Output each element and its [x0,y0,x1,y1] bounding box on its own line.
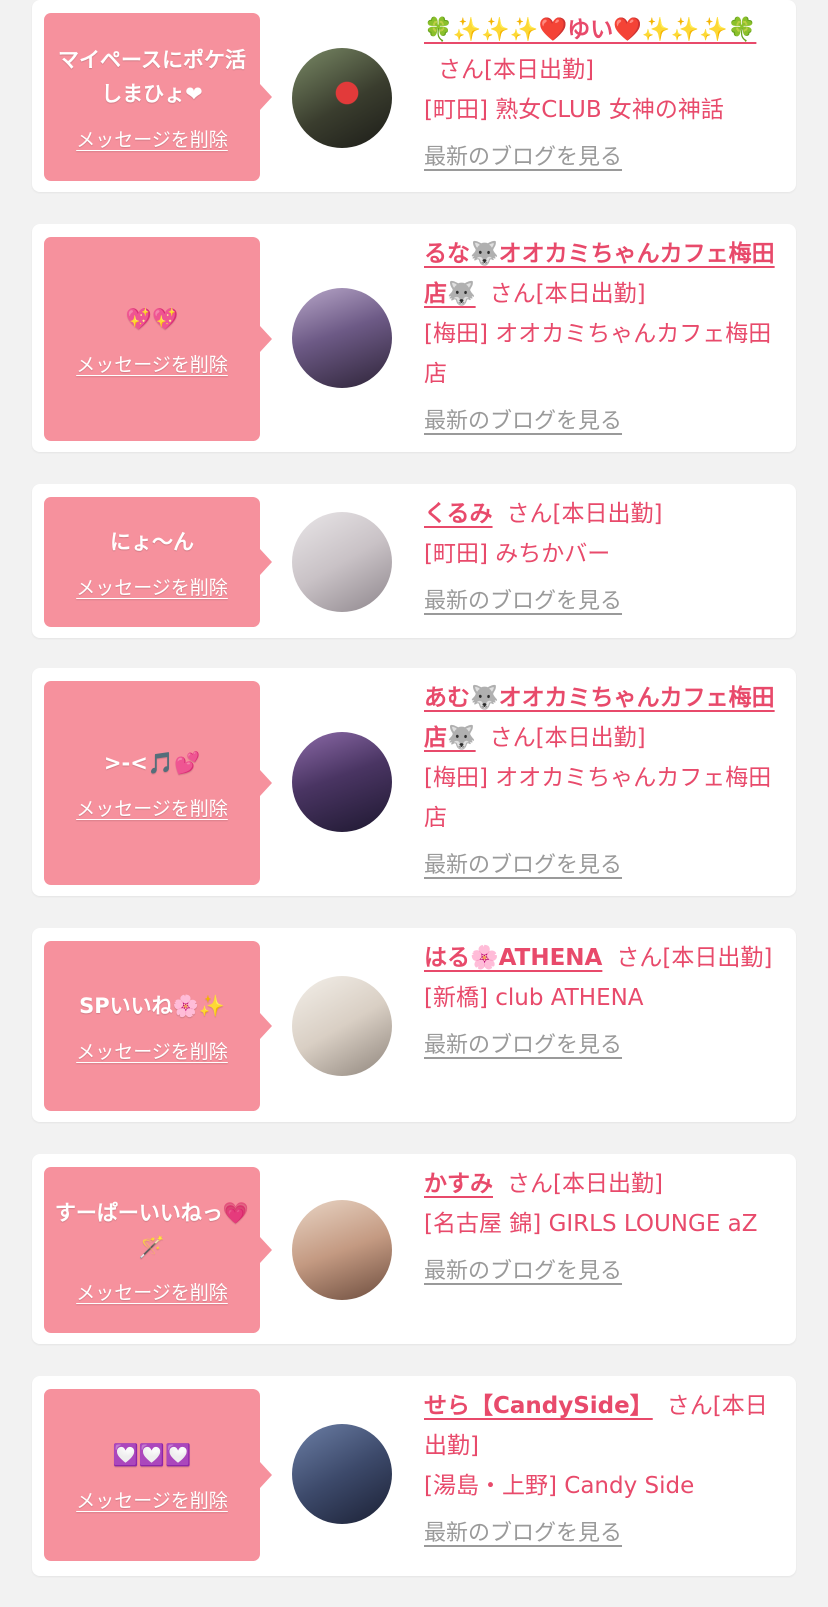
message-text: 💟💟💟 [112,1442,192,1467]
shop-text: [湯島・上野] Candy Side [424,1473,695,1499]
girl-info: 🍀✨✨✨❤️ゆい❤️✨✨✨🍀 さん[本日出勤] [町田] 熟女CLUB 女神の神話… [424,10,784,178]
delete-message-link[interactable]: メッセージを削除 [76,1278,228,1305]
avatar[interactable] [292,976,392,1076]
avatar[interactable] [292,732,392,832]
delete-message-link[interactable]: メッセージを削除 [76,125,228,152]
message-bubble: にょ〜ん メッセージを削除 [44,497,272,627]
blog-link[interactable]: 最新のブログを見る [424,846,622,886]
girl-name-link[interactable]: かすみ [424,1171,493,1197]
list-item: 💖💖 メッセージを削除 るな🐺オオカミちゃんカフェ梅田店🐺 さん[本日出勤] [梅… [32,224,796,452]
girl-info: るな🐺オオカミちゃんカフェ梅田店🐺 さん[本日出勤] [梅田] オオカミちゃんカフ… [424,234,784,442]
message-list: マイペースにポケ活しまひょ❤ メッセージを削除 🍀✨✨✨❤️ゆい❤️✨✨✨🍀 さん… [0,0,828,1607]
blog-link[interactable]: 最新のブログを見る [424,582,622,622]
status-text: さん[本日出勤] [507,1171,663,1197]
shop-text: [名古屋 錦] GIRLS LOUNGE aZ [424,1211,758,1237]
girl-info: せら【CandySide】 さん[本日出勤] [湯島・上野] Candy Side… [424,1386,784,1554]
girl-name-link[interactable]: くるみ [424,501,493,527]
delete-message-link[interactable]: メッセージを削除 [76,350,228,377]
message-text: にょ〜ん [110,529,194,554]
blog-link[interactable]: 最新のブログを見る [424,138,622,178]
delete-message-link[interactable]: メッセージを削除 [76,573,228,600]
message-bubble: 💟💟💟 メッセージを削除 [44,1389,272,1561]
message-bubble: 💖💖 メッセージを削除 [44,237,272,441]
blog-link[interactable]: 最新のブログを見る [424,1514,622,1554]
shop-text: [梅田] オオカミちゃんカフェ梅田店 [424,321,772,387]
blog-link[interactable]: 最新のブログを見る [424,1252,622,1292]
list-item: すーぱーいいねっ💗🪄 メッセージを削除 かすみ さん[本日出勤] [名古屋 錦] … [32,1154,796,1344]
girl-info: かすみ さん[本日出勤] [名古屋 錦] GIRLS LOUNGE aZ 最新のブ… [424,1164,784,1292]
message-bubble: マイペースにポケ活しまひょ❤ メッセージを削除 [44,13,272,181]
girl-info: くるみ さん[本日出勤] [町田] みちかバー 最新のブログを見る [424,494,784,622]
message-bubble: >-<🎵💕 メッセージを削除 [44,681,272,885]
message-text: 💖💖 [125,306,179,331]
shop-text: [町田] みちかバー [424,541,611,567]
girl-name-link[interactable]: 🍀✨✨✨❤️ゆい❤️✨✨✨🍀 [424,17,756,43]
blog-link[interactable]: 最新のブログを見る [424,402,622,442]
list-item: SPいいね🌸✨ メッセージを削除 はる🌸ATHENA さん[本日出勤] [新橋] … [32,928,796,1122]
message-text: SPいいね🌸✨ [79,993,225,1018]
girl-info: はる🌸ATHENA さん[本日出勤] [新橋] club ATHENA 最新のブロ… [424,938,784,1066]
avatar[interactable] [292,288,392,388]
message-text: >-<🎵💕 [103,750,201,775]
list-item: >-<🎵💕 メッセージを削除 あむ🐺オオカミちゃんカフェ梅田店🐺 さん[本日出勤]… [32,668,796,896]
shop-text: [梅田] オオカミちゃんカフェ梅田店 [424,765,772,831]
list-item: マイペースにポケ活しまひょ❤ メッセージを削除 🍀✨✨✨❤️ゆい❤️✨✨✨🍀 さん… [32,0,796,192]
blog-link[interactable]: 最新のブログを見る [424,1026,622,1066]
shop-text: [町田] 熟女CLUB 女神の神話 [424,97,724,123]
avatar[interactable] [292,48,392,148]
message-text: マイペースにポケ活しまひょ❤ [58,47,246,106]
avatar[interactable] [292,1200,392,1300]
avatar[interactable] [292,512,392,612]
list-item: 💟💟💟 メッセージを削除 せら【CandySide】 さん[本日出勤] [湯島・上… [32,1376,796,1576]
message-bubble: SPいいね🌸✨ メッセージを削除 [44,941,272,1111]
status-text: さん[本日出勤] [506,501,663,527]
girl-info: あむ🐺オオカミちゃんカフェ梅田店🐺 さん[本日出勤] [梅田] オオカミちゃんカフ… [424,678,784,886]
message-bubble: すーぱーいいねっ💗🪄 メッセージを削除 [44,1167,272,1333]
status-text: さん[本日出勤] [489,281,646,307]
message-text: すーぱーいいねっ💗🪄 [54,1200,250,1259]
girl-name-link[interactable]: せら【CandySide】 [424,1393,653,1419]
list-item: にょ〜ん メッセージを削除 くるみ さん[本日出勤] [町田] みちかバー 最新の… [32,484,796,638]
shop-text: [新橋] club ATHENA [424,985,644,1011]
status-text: さん[本日出勤] [438,57,594,83]
avatar[interactable] [292,1424,392,1524]
delete-message-link[interactable]: メッセージを削除 [76,1037,228,1064]
status-text: さん[本日出勤] [489,725,646,751]
delete-message-link[interactable]: メッセージを削除 [76,794,228,821]
status-text: さん[本日出勤] [616,945,773,971]
delete-message-link[interactable]: メッセージを削除 [76,1486,228,1513]
girl-name-link[interactable]: はる🌸ATHENA [424,945,602,971]
